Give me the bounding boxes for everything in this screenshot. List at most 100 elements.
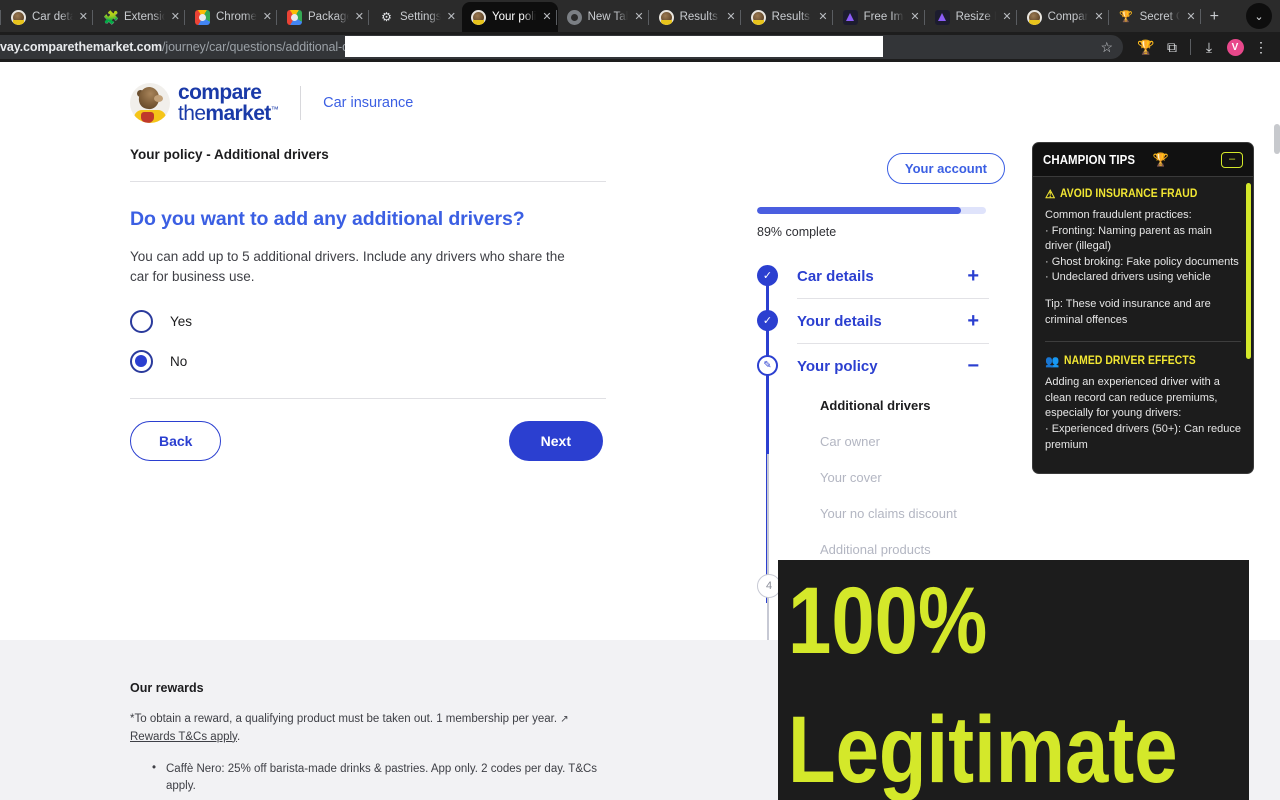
meerkat-icon xyxy=(11,9,26,25)
browser-tab-9[interactable]: Free Imag ✕ xyxy=(831,2,926,32)
overlay-banner: 100% Legitimate xyxy=(778,560,1249,800)
logo-line-2: themarket™ xyxy=(178,102,279,125)
tab-close-icon[interactable]: ✕ xyxy=(542,11,551,23)
browser-tab-0[interactable]: Car detai ✕ xyxy=(0,2,94,32)
substep-1[interactable]: Car owner xyxy=(820,434,989,449)
rewards-tcs-link[interactable]: Rewards T&Cs apply xyxy=(130,731,237,743)
rewards-note-text: *To obtain a reward, a qualifying produc… xyxy=(130,713,561,725)
radio-yes-label: Yes xyxy=(170,313,193,329)
browser-tab-5[interactable]: Your poli ✕ xyxy=(462,2,558,32)
tab-close-icon[interactable]: ✕ xyxy=(1002,11,1011,23)
step-your-policy[interactable]: ✎ Your policy − xyxy=(757,344,989,388)
browser-tab-title: Results | xyxy=(771,11,813,23)
tab-close-icon[interactable]: ✕ xyxy=(171,11,180,23)
tab-close-icon[interactable]: ✕ xyxy=(726,11,735,23)
step-your-details[interactable]: ✓ Your details + xyxy=(757,299,989,343)
radio-no-input[interactable] xyxy=(130,349,153,373)
bookmark-star-icon[interactable]: ☆ xyxy=(1100,39,1119,56)
tab-close-icon[interactable]: ✕ xyxy=(910,11,919,23)
tab-close-icon[interactable]: ✕ xyxy=(1094,11,1103,23)
browser-tab-title: Chrome W xyxy=(216,11,257,23)
rewards-list: Caffè Nero: 25% off barista-made drinks … xyxy=(152,760,622,800)
back-button[interactable]: Back xyxy=(130,420,222,461)
minimize-button[interactable]: – xyxy=(1221,151,1243,168)
step-your-policy-toggle[interactable]: − xyxy=(967,356,979,376)
step-your-policy-label: Your policy xyxy=(797,357,878,375)
toolbar-icons: 🏆 ⧉ ⤓ V ⋮ xyxy=(1123,34,1280,60)
browser-tab-1[interactable]: 🧩 Extension ✕ xyxy=(92,2,186,32)
tips-divider xyxy=(1045,341,1241,343)
tab-close-icon[interactable]: ✕ xyxy=(447,11,456,23)
step-car-details-toggle[interactable]: + xyxy=(967,266,979,286)
browser-tab-12[interactable]: 🏆 Secret Ca ✕ xyxy=(1107,2,1202,32)
browser-tab-3[interactable]: Package ✕ xyxy=(276,2,370,32)
tip-heading-fraud: ⚠ AVOID INSURANCE FRAUD xyxy=(1045,187,1241,201)
tip-heading-named-driver: 👥 NAMED DRIVER EFFECTS xyxy=(1045,354,1241,368)
site-logo[interactable]: compare themarket™ xyxy=(130,82,279,125)
browser-tab-title: Car detai xyxy=(32,11,73,23)
tab-search-chevron-icon[interactable]: ⌄ xyxy=(1246,3,1272,29)
chrome-icon xyxy=(287,9,302,25)
browser-tab-title: Secret Ca xyxy=(1139,11,1181,23)
chrome-menu-icon[interactable]: ⋮ xyxy=(1248,34,1274,60)
toolbar-divider xyxy=(1190,39,1191,55)
browser-tab-title: Free Imag xyxy=(863,11,905,23)
site-header: compare themarket™ Car insurance xyxy=(0,62,1280,124)
browser-tab-title: Package xyxy=(308,11,349,23)
product-link[interactable]: Car insurance xyxy=(323,95,413,111)
tab-close-icon[interactable]: ✕ xyxy=(634,11,643,23)
browser-tab-4[interactable]: ⚙ Settings ✕ xyxy=(368,2,462,32)
newtab-icon xyxy=(566,9,582,25)
step-car-details-label: Car details xyxy=(797,267,874,285)
substep-0[interactable]: Additional drivers xyxy=(820,398,989,413)
profile-avatar[interactable]: V xyxy=(1222,34,1248,60)
triangle-icon xyxy=(934,9,950,25)
browser-tab-7[interactable]: Results | ✕ xyxy=(647,2,742,32)
title-divider xyxy=(130,181,606,182)
warning-icon: ⚠ xyxy=(1045,189,1056,201)
trophy-extension-icon[interactable]: 🏆 xyxy=(1133,34,1159,60)
form-divider xyxy=(130,397,606,399)
page-scrollbar[interactable] xyxy=(1274,124,1280,154)
meerkat-logo-icon xyxy=(130,83,170,123)
substep-3[interactable]: Your no claims discount xyxy=(820,506,989,521)
check-icon: ✓ xyxy=(757,310,778,331)
gear-icon: ⚙ xyxy=(381,9,392,24)
step-your-details-toggle[interactable]: + xyxy=(967,311,979,331)
browser-tab-title: Resize Im xyxy=(955,11,997,23)
side-panel-icon[interactable]: ⧉ xyxy=(1159,34,1185,60)
tab-strip: Car detai ✕ 🧩 Extension ✕ Chrome W ✕ Package ✕ ⚙ S… xyxy=(0,0,1280,32)
step-connector-line-inactive xyxy=(767,454,769,644)
address-bar[interactable]: vay.comparethemarket.com/journey/car/que… xyxy=(0,35,1123,59)
browser-tab-title: Your poli xyxy=(492,11,537,23)
new-tab-button[interactable]: + xyxy=(1199,9,1219,25)
substep-2[interactable]: Your cover xyxy=(820,470,989,485)
radio-yes-input[interactable] xyxy=(130,309,153,333)
substep-4[interactable]: Additional products xyxy=(820,542,989,557)
tab-close-icon[interactable]: ✕ xyxy=(1186,11,1195,23)
step-car-details[interactable]: ✓ Car details + xyxy=(757,254,989,298)
tab-close-icon[interactable]: ✕ xyxy=(263,11,272,23)
browser-tab-8[interactable]: Results | ✕ xyxy=(739,2,834,32)
tip-heading-named-driver-text: NAMED DRIVER EFFECTS xyxy=(1064,355,1197,368)
overlay-line-1: 100% xyxy=(788,568,988,674)
tab-close-icon[interactable]: ✕ xyxy=(355,11,364,23)
browser-toolbar: vay.comparethemarket.com/journey/car/que… xyxy=(0,32,1280,62)
question-description: You can add up to 5 additional drivers. … xyxy=(130,249,565,285)
browser-tab-11[interactable]: Compare ✕ xyxy=(1015,2,1110,32)
champion-tips-panel: CHAMPION TIPS 🏆 – ⚠ AVOID INSURANCE FRAU… xyxy=(1032,142,1254,474)
header-divider xyxy=(300,86,302,120)
tips-scrollbar[interactable] xyxy=(1246,183,1251,359)
url-selection-highlight xyxy=(345,36,883,57)
tab-close-icon[interactable]: ✕ xyxy=(79,11,88,23)
triangle-icon xyxy=(842,9,858,25)
browser-tab-title: Extension xyxy=(124,11,165,23)
browser-tab-10[interactable]: Resize Im ✕ xyxy=(923,2,1018,32)
browser-tab-6[interactable]: New Tab ✕ xyxy=(555,2,650,32)
your-account-button[interactable]: Your account xyxy=(886,153,1005,184)
champion-tips-body: ⚠ AVOID INSURANCE FRAUD Common fraudulen… xyxy=(1033,177,1253,473)
browser-tab-2[interactable]: Chrome W ✕ xyxy=(184,2,278,32)
tab-close-icon[interactable]: ✕ xyxy=(818,11,827,23)
download-icon[interactable]: ⤓ xyxy=(1196,34,1222,60)
next-button[interactable]: Next xyxy=(508,420,603,461)
